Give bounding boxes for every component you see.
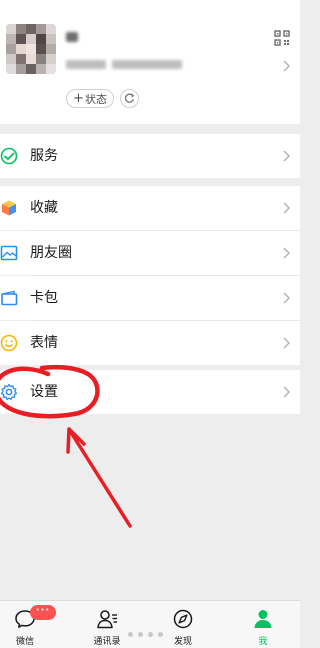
- contacts-icon: [97, 610, 117, 629]
- annotation-arrow-head: [66, 427, 86, 454]
- menu-item-label: 表情: [30, 335, 58, 351]
- tab-contacts[interactable]: 通讯录: [82, 601, 132, 648]
- refresh-icon: [124, 93, 135, 103]
- tab-discover[interactable]: 发现: [158, 601, 208, 648]
- menu-item-label: 收藏: [30, 200, 58, 216]
- avatar[interactable]: [6, 24, 56, 74]
- chevron-right-icon[interactable]: [283, 60, 290, 72]
- tab-label: 微信: [15, 637, 34, 647]
- moments-photo-icon: [0, 245, 18, 261]
- service-icon: [0, 147, 18, 165]
- annotation-arrow-shaft: [70, 432, 132, 528]
- favorites-cube-icon: [2, 200, 16, 216]
- menu-item-label: 朋友圈: [30, 245, 72, 261]
- chevron-right-icon: [283, 202, 290, 214]
- tab-chats[interactable]: 微信 ···: [0, 601, 56, 648]
- compass-icon: [173, 609, 193, 629]
- nickname-redacted: [66, 32, 78, 42]
- chevron-right-icon: [283, 292, 290, 304]
- status-button[interactable]: + 状态: [66, 89, 114, 108]
- tab-me[interactable]: 我: [238, 601, 288, 648]
- me-person-icon: [254, 610, 272, 628]
- menu-item-moments[interactable]: 朋友圈: [0, 231, 300, 275]
- chevron-right-icon: [283, 386, 290, 398]
- refresh-status-button[interactable]: [120, 89, 139, 108]
- menu-item-stickers[interactable]: 表情: [0, 321, 300, 365]
- plus-icon: +: [73, 91, 84, 106]
- tab-label: 我: [258, 637, 268, 647]
- chevron-right-icon: [283, 150, 290, 162]
- bottom-tab-bar: 微信 ··· 通讯录 发现 我: [0, 600, 300, 648]
- menu-item-label: 设置: [30, 384, 58, 400]
- profile-header[interactable]: + 状态: [0, 0, 300, 124]
- page-indicator-dots: [128, 632, 172, 638]
- settings-gear-icon: [0, 383, 18, 401]
- chevron-right-icon: [283, 337, 290, 349]
- menu-item-card-wallet[interactable]: 卡包: [0, 276, 300, 320]
- menu-item-service[interactable]: 服务: [0, 134, 300, 178]
- chevron-right-icon: [283, 247, 290, 259]
- menu-item-label: 卡包: [30, 290, 58, 306]
- sticker-face-icon: [0, 334, 18, 352]
- status-label: 状态: [84, 92, 107, 106]
- qr-code-icon[interactable]: [274, 30, 290, 46]
- menu-item-settings[interactable]: 设置: [0, 370, 300, 414]
- menu-item-favorites[interactable]: 收藏: [0, 186, 300, 230]
- tab-label: 通讯录: [93, 637, 121, 647]
- card-wallet-icon: [1, 290, 18, 306]
- menu-item-label: 服务: [30, 148, 58, 164]
- unread-badge: ···: [30, 605, 56, 620]
